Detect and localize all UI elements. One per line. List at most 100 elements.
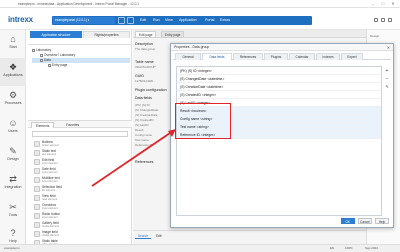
tab-data-fields[interactable]: Data fields <box>202 53 232 60</box>
tab-references[interactable]: References <box>233 53 263 60</box>
nav-applications[interactable]: ❖ Applications <box>0 58 26 86</box>
nav-start-label: Start <box>9 45 17 49</box>
list-item[interactable]: Selection field list element <box>32 185 128 194</box>
cancel-button[interactable]: Cancel <box>357 218 372 224</box>
processes-icon: ⚙ <box>8 90 18 100</box>
tab-favorites[interactable]: Favorites <box>62 122 83 128</box>
tab-calendar[interactable]: Calendar <box>289 53 315 60</box>
nav-applications-label: Applications <box>3 73 23 77</box>
datafield-preview-0: (PK) (S) ID <box>135 103 150 107</box>
table-row[interactable]: (PK) (S) ID <integer> <box>177 67 381 75</box>
list-item[interactable]: Edit field input element <box>32 158 128 167</box>
tab-entry-page[interactable]: Entry page <box>161 31 185 38</box>
tab-edit[interactable]: Edit <box>153 233 165 239</box>
edit-field-icon[interactable]: ✎ <box>384 84 390 90</box>
static-text-icon <box>34 150 40 156</box>
integration-icon: ⇄ <box>9 174 17 184</box>
status-zoom: 100% <box>345 246 353 250</box>
nav-start[interactable]: ⌂ Start <box>0 30 26 58</box>
window-title: examplepro - Inmeta/data - Application D… <box>18 2 140 6</box>
nav-integration-label: Integration <box>4 185 22 189</box>
list-item[interactable]: Date field input element <box>32 167 128 176</box>
list-item[interactable]: Image field media element <box>32 230 128 239</box>
add-field-icon[interactable]: + <box>384 68 390 74</box>
table-row[interactable]: (S) CreatedID <integer> <box>177 91 381 99</box>
nav-processes[interactable]: ⚙ Processes <box>0 86 26 114</box>
maximize-button[interactable]: □ <box>380 1 386 7</box>
tab-general[interactable]: General <box>175 53 201 60</box>
datafield-preview-8: Reference ID <box>135 143 153 147</box>
datagroup-icon <box>40 58 43 62</box>
menu-edit[interactable]: Edit <box>140 17 146 24</box>
list-item[interactable]: Static text text element <box>32 149 128 158</box>
structure-subtabs <box>28 38 132 45</box>
nav-design-label: Design <box>7 157 19 161</box>
menu-extras[interactable]: Extras <box>220 17 230 24</box>
tab-expert[interactable]: Expert <box>341 53 363 60</box>
data-fields-list: (PK) (S) ID <integer> (S) ChangedDate <d… <box>176 66 382 216</box>
nav-help-label: Help <box>9 239 17 243</box>
nav-tools[interactable]: ✂ Tools <box>0 198 26 226</box>
tab-edit-page[interactable]: Edit page <box>135 31 157 38</box>
left-navigation: ⌂ Start ❖ Applications ⚙ Processes ☺ Use… <box>0 30 26 252</box>
elements-search-input[interactable] <box>32 131 128 137</box>
list-item[interactable]: Radio button input element <box>32 212 128 221</box>
datafield-preview-7: Test name <box>135 138 149 142</box>
nav-processes-label: Processes <box>4 101 22 105</box>
menu-view[interactable]: View <box>165 17 173 24</box>
help-button[interactable]: Help <box>375 218 389 224</box>
undo-icon[interactable] <box>127 17 134 24</box>
datafield-preview-5: Result <box>135 128 144 132</box>
minimize-button[interactable]: – <box>370 1 376 7</box>
ok-button[interactable]: OK <box>340 218 355 224</box>
tools-icon: ✂ <box>9 202 17 212</box>
table-row[interactable]: (S) ChangedDate <datetime> <box>177 75 381 83</box>
datafield-preview-6: Config name <box>135 133 153 137</box>
search-icon[interactable] <box>374 18 378 22</box>
radio-icon <box>34 213 40 219</box>
tree-item-entry-page[interactable]: Entry page <box>32 63 130 68</box>
view-field-icon <box>34 195 40 201</box>
list-item[interactable]: Checkbox input element <box>32 203 128 212</box>
settings-icon[interactable] <box>381 18 385 22</box>
tab-application-structure[interactable]: Application structure <box>30 31 82 38</box>
nav-users[interactable]: ☺ Users <box>0 114 26 142</box>
nav-tools-label: Tools <box>8 213 18 217</box>
list-item[interactable]: Buttons action element <box>32 140 128 149</box>
tab-plugins[interactable]: Plugins <box>264 53 288 60</box>
structure-tree: Laboratory Overview / Laboratory Data En… <box>32 48 130 68</box>
design-icon: ✎ <box>9 146 17 156</box>
tab-search[interactable]: Search <box>135 233 152 239</box>
elements-list: Buttons action element Static text text el… <box>32 140 128 248</box>
tab-indexes[interactable]: Indexes <box>316 53 340 60</box>
close-window-button[interactable]: ✕ <box>390 1 396 7</box>
table-row[interactable]: (S) CreationDate <datetime> <box>177 83 381 91</box>
tab-rights-properties[interactable]: Rights/properties <box>83 31 130 38</box>
dialog-title: Properties - Data group ✕ <box>171 44 393 51</box>
remove-field-icon[interactable]: − <box>384 76 390 82</box>
menu-run[interactable]: Run <box>153 17 160 24</box>
window-titlebar: examplepro - Inmeta/data - Application D… <box>0 0 400 8</box>
menu-application[interactable]: Application <box>179 17 197 24</box>
tab-elements[interactable]: Elements <box>31 122 55 128</box>
list-item[interactable]: Multiline text input element <box>32 176 128 185</box>
user-icon[interactable] <box>388 18 392 22</box>
list-item[interactable]: View field read element <box>32 194 128 203</box>
dialog-close-icon[interactable]: ✕ <box>387 44 390 51</box>
users-icon: ☺ <box>8 118 18 128</box>
button-element-icon <box>34 141 40 147</box>
dialog-buttons: OK Cancel Help <box>339 218 389 224</box>
list-item[interactable]: Gallery field media element <box>32 221 128 230</box>
nav-integration[interactable]: ⇄ Integration <box>0 170 26 198</box>
nav-design[interactable]: ✎ Design <box>0 142 26 170</box>
datafield-preview-2: (S) CreationDate <box>135 113 158 117</box>
menu-portal[interactable]: Portal <box>205 17 214 24</box>
table-name-field: Table name XDATAGROUP <box>135 60 156 69</box>
datafield-preview-1: (S) ChangedDate <box>135 108 159 112</box>
status-portal: examplepro <box>4 246 20 250</box>
app-selector[interactable]: exampleportal (12.0.1) ▾ <box>53 17 115 24</box>
datafield-preview-4: (S) LastID <box>135 123 149 127</box>
intrexx-logo: intrexx <box>8 15 33 24</box>
save-icon[interactable] <box>118 17 125 24</box>
checkbox-icon <box>34 204 40 210</box>
